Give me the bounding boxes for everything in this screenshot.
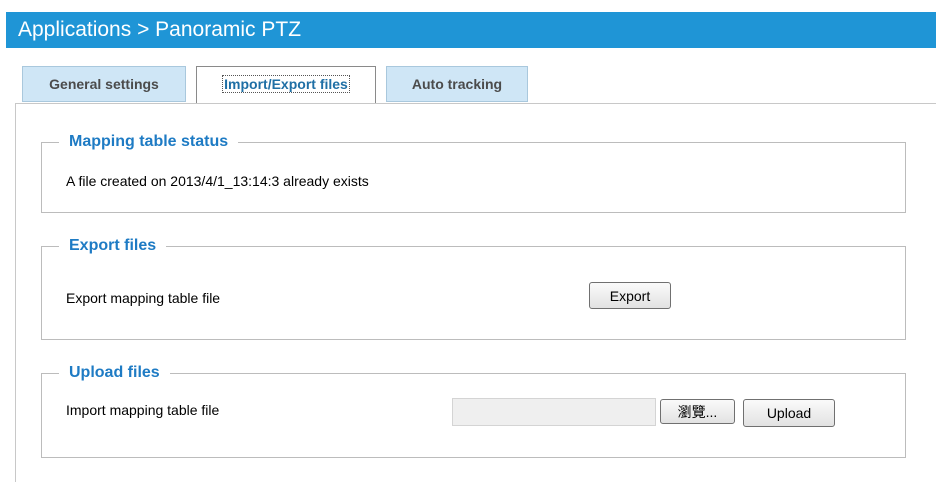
import-mapping-label: Import mapping table file: [66, 402, 220, 418]
tab-general-settings[interactable]: General settings: [22, 66, 186, 102]
export-files-legend: Export files: [69, 237, 157, 254]
mapping-status-legend: Mapping table status: [69, 133, 229, 150]
page-title: Applications > Panoramic PTZ: [18, 18, 302, 41]
tab-import-export-files-label: Import/Export files: [222, 75, 350, 93]
export-files-group: Export files: [41, 237, 906, 340]
upload-files-legend: Upload files: [69, 364, 160, 381]
tab-auto-tracking[interactable]: Auto tracking: [386, 66, 528, 102]
tab-import-export-files[interactable]: Import/Export files: [196, 66, 376, 104]
tab-auto-tracking-label: Auto tracking: [411, 76, 503, 92]
page-header: Applications > Panoramic PTZ: [6, 12, 936, 48]
file-path-input[interactable]: [452, 398, 656, 426]
browse-button[interactable]: 瀏覽...: [660, 399, 735, 424]
export-button[interactable]: Export: [589, 282, 671, 309]
upload-button[interactable]: Upload: [743, 399, 835, 427]
export-mapping-label: Export mapping table file: [66, 290, 221, 306]
mapping-status-message: A file created on 2013/4/1_13:14:3 alrea…: [66, 173, 369, 189]
tab-general-settings-label: General settings: [49, 76, 159, 92]
